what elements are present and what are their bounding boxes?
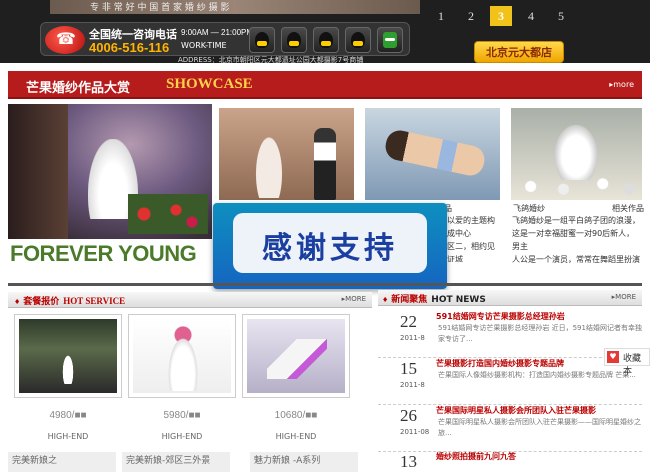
- news-summary: 591结婚网专访芒果摄影总经理孙岩 近日，591结婚网记者有幸独家专访了...: [438, 324, 642, 343]
- slide-3-button[interactable]: 3: [490, 6, 512, 26]
- caption-title: 相关作品: [612, 204, 644, 213]
- news-title[interactable]: 591结婚网专访芒果摄影总经理孙岩: [436, 311, 565, 322]
- news-item[interactable]: 22 2011-8 591结婚网专访芒果摄影总经理孙岩 591结婚网专访芒果摄影…: [378, 310, 642, 358]
- slide-pager: 1 2 3 4 5: [430, 6, 572, 26]
- service-price: 4980/■■: [49, 410, 87, 421]
- news-day: 26: [400, 406, 417, 425]
- news-title[interactable]: 芒果国际明星私人摄影会所团队入驻芒果摄影: [436, 405, 596, 416]
- slogan: FOREVER YOUNG: [10, 241, 197, 266]
- service-image: [247, 319, 345, 393]
- contact-panel: 全国统一咨询电话 4006-516-116 9:00AM — 21:00PM W…: [40, 22, 410, 56]
- news-title[interactable]: 婚纱照拍摄前九问九答: [436, 451, 516, 462]
- phone-icon: [45, 26, 85, 54]
- work-time-label: WORK-TIME: [181, 41, 227, 50]
- showcase-photo-4[interactable]: [511, 108, 642, 200]
- showcase-header: 芒果婚纱作品大赏 SHOWCASE ▸more: [8, 71, 642, 99]
- thanks-banner: 感谢支持: [213, 203, 447, 289]
- slide-1-button[interactable]: 1: [430, 6, 452, 26]
- work-hours: 9:00AM — 21:00PM: [181, 28, 254, 37]
- qq-icon[interactable]: [345, 27, 371, 53]
- address: ADDRESS：北京市朝阳区元大都遗址公园大都摄影7号商铺: [178, 56, 364, 64]
- showcase-subtitle: SHOWCASE: [166, 76, 253, 92]
- hot-service-title: 套餐报价HOT SERVICE: [14, 294, 125, 307]
- qq-icon[interactable]: [249, 27, 275, 53]
- news-item[interactable]: 26 2011-08 芒果国际明星私人摄影会所团队入驻芒果摄影 芒果国际明星私人…: [378, 404, 642, 452]
- service-price: 10680/■■: [274, 410, 318, 421]
- service-image: [19, 319, 117, 393]
- news-day: 13: [400, 452, 417, 471]
- heart-icon: ♥: [607, 351, 619, 363]
- news-month: 2011-8: [400, 334, 425, 342]
- showcase-more-link[interactable]: ▸more: [609, 80, 634, 89]
- slide-5-button[interactable]: 5: [550, 6, 572, 26]
- news-item[interactable]: 13 婚纱照拍摄前九问九答: [378, 450, 642, 472]
- hot-news-header: 新闻聚焦HOT NEWS ▸MORE: [378, 290, 642, 306]
- hot-news-more-link[interactable]: ▸MORE: [612, 293, 636, 301]
- news-day: 22: [400, 312, 417, 331]
- showcase-photo-2[interactable]: [219, 108, 354, 200]
- caption-title: 飞鸽婚纱: [513, 204, 545, 213]
- news-summary: 芒果国际人像婚纱摄影机构：打造国内婚纱摄影专题品牌 芒果...: [438, 371, 636, 379]
- service-card[interactable]: [128, 314, 236, 398]
- showcase-title: 芒果婚纱作品大赏: [26, 81, 131, 96]
- news-item[interactable]: 15 2011-8 芒果摄影打造国内婚纱摄影专题品牌 芒果国际人像婚纱摄影机构：…: [378, 357, 642, 405]
- qq-icon[interactable]: [281, 27, 307, 53]
- service-name-link[interactable]: 完美新娘之: [8, 452, 116, 472]
- hotline-number: 4006-516-116: [89, 40, 170, 55]
- msn-icon[interactable]: [377, 27, 403, 53]
- slide-4-button[interactable]: 4: [520, 6, 542, 26]
- news-month: 2011-08: [400, 428, 430, 436]
- news-summary: 芒果国际明星私人摄影会所团队入驻芒果摄影——国际明星婚纱之旅...: [438, 418, 641, 437]
- service-card[interactable]: [14, 314, 122, 398]
- news-day: 15: [400, 359, 417, 378]
- showcase-photo-main[interactable]: [8, 104, 212, 239]
- thanks-text: 感谢支持: [262, 231, 398, 266]
- store-button[interactable]: 北京元大都店: [474, 41, 564, 63]
- news-title[interactable]: 芒果摄影打造国内婚纱摄影专题品牌: [436, 358, 564, 369]
- service-tier: HIGH-END: [47, 432, 89, 441]
- favorite-label: 收藏本: [623, 354, 642, 377]
- caption-text: 以爱的主题构成中心 区二，相约见证城 区荣耀，冬元: [447, 216, 495, 262]
- slide-2-button[interactable]: 2: [460, 6, 482, 26]
- showcase-photo-3[interactable]: [365, 108, 500, 200]
- top-header: 专 非 常 好 中 国 首 家 婚 纱 摄 影 1 2 3 4 5 全国统一咨询…: [0, 0, 650, 64]
- news-month: 2011-8: [400, 381, 425, 389]
- service-tier: HIGH-END: [275, 432, 317, 441]
- qq-icon[interactable]: [313, 27, 339, 53]
- service-card[interactable]: [242, 314, 350, 398]
- service-price: 5980/■■: [163, 410, 201, 421]
- hot-news-title: 新闻聚焦HOT NEWS: [382, 292, 486, 305]
- hot-service-more-link[interactable]: ▸MORE: [342, 295, 366, 303]
- banner-strip: 专 非 常 好 中 国 首 家 婚 纱 摄 影: [50, 0, 420, 14]
- section-divider: [8, 283, 642, 286]
- caption-text: 飞鸽婚纱是一组平白鸽子团的浪漫， 这是一对幸福甜蜜一对90后新人，男主 人公是一…: [512, 216, 640, 264]
- favorite-button[interactable]: ♥ 收藏本: [604, 348, 650, 377]
- service-tier: HIGH-END: [161, 432, 203, 441]
- service-image: [133, 319, 231, 393]
- banner-text: 专 非 常 好 中 国 首 家 婚 纱 摄 影: [90, 3, 230, 13]
- service-name-link[interactable]: 魅力新娘 -A系列: [250, 452, 358, 472]
- service-name-link[interactable]: 完美新娘-郊区三外景: [122, 452, 230, 472]
- hot-service-header: 套餐报价HOT SERVICE ▸MORE: [8, 292, 372, 308]
